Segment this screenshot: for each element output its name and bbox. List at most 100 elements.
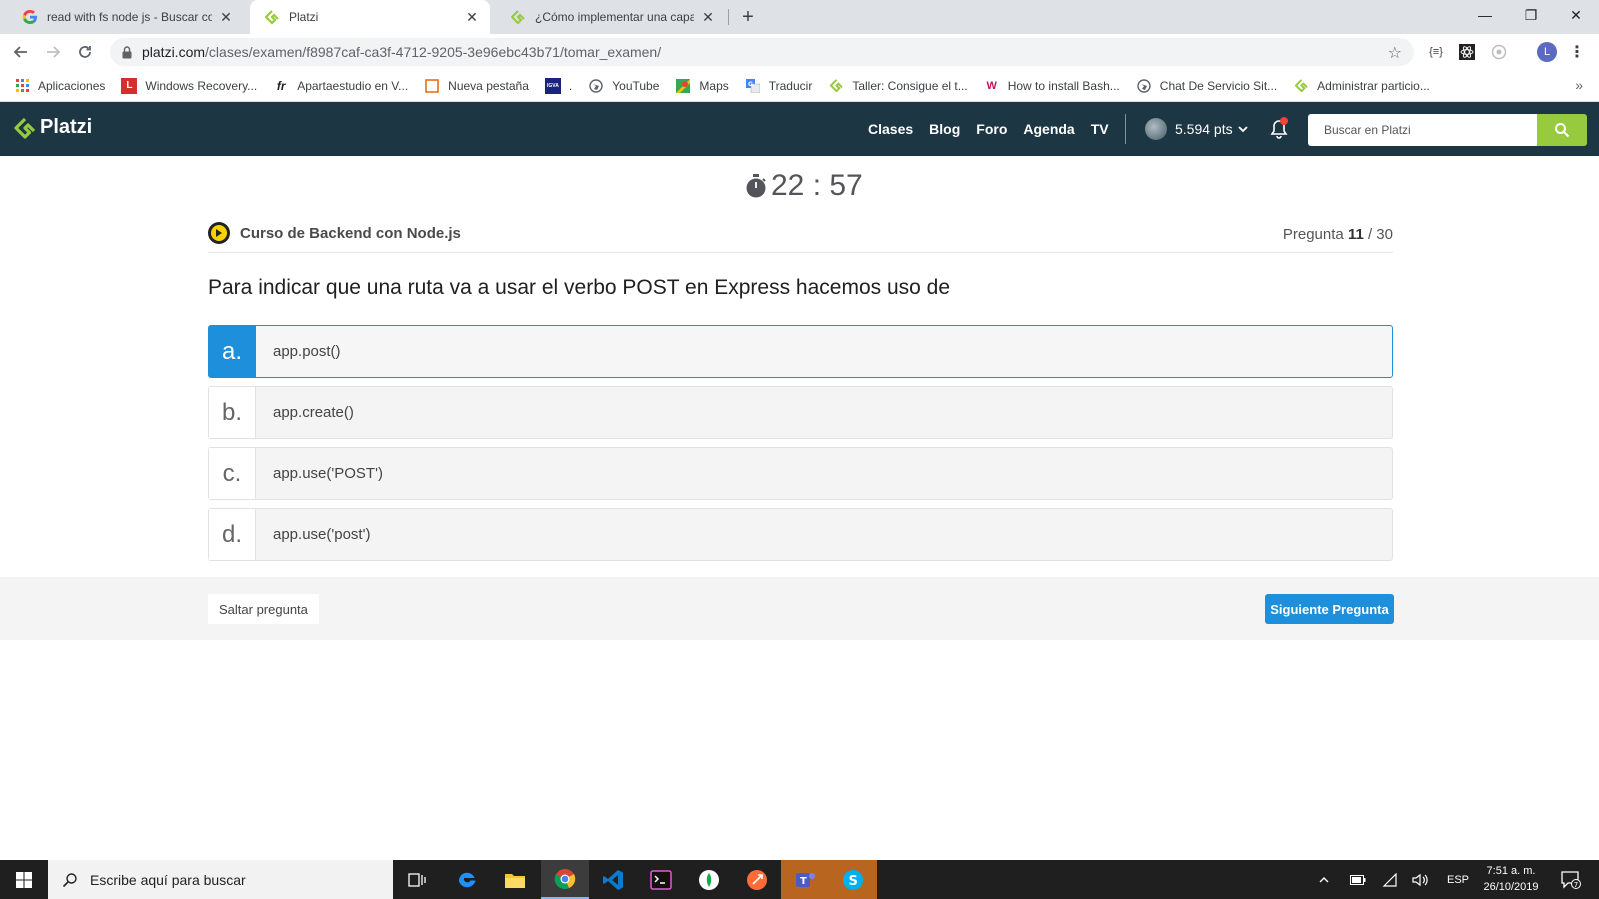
nav-clases[interactable]: Clases [868,121,913,137]
taskbar-search-placeholder: Escribe aquí para buscar [90,871,246,888]
globe-icon [588,78,604,94]
user-avatar [1145,118,1167,140]
nav-agenda[interactable]: Agenda [1023,121,1074,137]
task-view-icon[interactable] [393,860,441,899]
question-total: / 30 [1367,226,1393,243]
chrome-icon[interactable] [541,860,589,899]
svg-text:S: S [849,874,858,889]
tab-capa-servicios[interactable]: ¿Cómo implementar una capa de servicios … [496,0,726,34]
option-letter: a. [209,326,256,377]
bookmark-label: Nueva pestaña [448,78,529,93]
platzi-logo-text: Platzi [40,116,93,138]
terminal-icon[interactable] [637,860,685,899]
bookmark-youtube[interactable]: YouTube [588,78,659,94]
bookmark-chat[interactable]: Chat De Servicio Sit... [1136,78,1277,94]
question-current: 11 [1347,226,1364,243]
close-window-button[interactable]: ✕ [1553,0,1599,30]
extension-react-icon[interactable] [1457,42,1477,62]
teams-icon[interactable]: T [781,860,829,899]
skip-question-button[interactable]: Saltar pregunta [208,594,319,624]
question-counter: Pregunta 11 / 30 [1283,226,1393,243]
search-icon [62,872,77,887]
bookmark-igva[interactable]: IGVA . [544,77,572,94]
bookmark-particiones[interactable]: Administrar particio... [1293,78,1430,94]
maps-icon [675,78,691,94]
bookmark-taller[interactable]: Taller: Consigue el t... [828,78,968,94]
bookmark-nueva-pestana[interactable]: Nueva pestaña [424,78,529,94]
bookmark-star-icon[interactable]: ☆ [1388,43,1402,63]
option-text: app.create() [273,404,354,421]
forward-arrow-icon[interactable] [40,39,66,65]
bookmark-label: YouTube [612,78,660,93]
mongodb-compass-icon[interactable] [685,860,733,899]
action-center-icon[interactable]: 7 [1561,860,1581,899]
close-icon[interactable]: ✕ [218,9,234,25]
nav-blog[interactable]: Blog [929,121,960,137]
vscode-icon[interactable] [589,860,637,899]
bookmark-traducir[interactable]: G Traducir [745,78,813,94]
battery-icon[interactable] [1350,860,1366,899]
lock-icon [122,45,132,59]
bookmarks-overflow-icon[interactable]: » [1575,77,1583,93]
file-explorer-icon[interactable] [491,860,539,899]
menu-kebab-icon[interactable]: ⋮ [1567,42,1587,62]
taskbar-clock[interactable]: 7:51 a. m. 26/10/2019 [1476,863,1546,895]
divider [208,252,1393,253]
bookmark-label: Traducir [768,78,813,93]
restore-button[interactable]: ❐ [1508,0,1554,30]
tray-chevron-up-icon[interactable] [1318,860,1330,899]
svg-text:G: G [748,81,753,88]
next-question-button[interactable]: Siguiente Pregunta [1265,594,1394,624]
platzi-logo[interactable]: Platzi [14,116,92,139]
skype-icon[interactable]: S [829,860,877,899]
extension-circle-icon[interactable] [1489,42,1509,62]
answer-option-b[interactable]: b. app.create() [208,386,1393,439]
bookmark-label: Apartaestudio en V... [297,78,409,93]
bookmark-label: Administrar particio... [1317,78,1430,93]
notifications-bell-icon[interactable] [1270,117,1288,144]
header-divider [1125,114,1126,144]
platzi-search-input[interactable] [1308,114,1537,146]
address-bar[interactable]: platzi.com/clases/examen/f8987caf-ca3f-4… [110,38,1414,66]
option-text: app.use('post') [273,526,371,543]
back-arrow-icon[interactable] [8,39,34,65]
nav-foro[interactable]: Foro [976,121,1007,137]
bookmark-maps[interactable]: Maps [675,78,729,94]
profile-avatar[interactable]: L [1537,42,1557,62]
bookmark-apartaestudio[interactable]: fr Apartaestudio en V... [273,78,408,94]
close-icon[interactable]: ✕ [700,9,716,25]
bookmark-label: Taller: Consigue el t... [852,78,968,93]
windows-start-icon[interactable] [0,860,48,899]
search-button[interactable] [1537,114,1587,146]
tab-platzi[interactable]: Platzi ✕ [250,0,490,34]
extension-json-icon[interactable]: {≡} [1426,42,1446,62]
postman-icon[interactable] [733,860,781,899]
nav-tv[interactable]: TV [1091,121,1109,137]
edge-browser-icon[interactable] [443,860,491,899]
user-points-menu[interactable]: 5.594 pts [1145,118,1249,140]
bookmark-bash[interactable]: W How to install Bash... [984,78,1120,94]
answer-option-a[interactable]: a. app.post() [208,325,1393,378]
new-tab-button[interactable]: + [738,7,758,27]
bookmarks-bar: Aplicaciones L Windows Recovery... fr Ap… [0,70,1599,102]
tab-google-search[interactable]: read with fs node js - Buscar con Google… [8,0,244,34]
minimize-button[interactable]: — [1462,0,1508,30]
taskbar-search-box[interactable]: Escribe aquí para buscar [48,860,393,899]
option-letter: d. [209,509,256,560]
clock-time: 7:51 a. m. [1486,865,1536,877]
close-icon[interactable]: ✕ [464,9,480,25]
bookmark-apps[interactable]: Aplicaciones [14,78,105,94]
bookmark-windows-recovery[interactable]: L Windows Recovery... [121,77,257,94]
platzi-icon [510,9,526,25]
tab-title: Platzi [289,10,319,24]
browser-toolbar: platzi.com/clases/examen/f8987caf-ca3f-4… [0,34,1599,70]
notification-dot [1280,117,1288,125]
notification-count: 7 [1574,881,1578,889]
answer-option-d[interactable]: d. app.use('post') [208,508,1393,561]
answer-option-c[interactable]: c. app.use('POST') [208,447,1393,500]
wifi-icon[interactable] [1382,860,1398,899]
volume-icon[interactable] [1412,860,1428,899]
language-indicator[interactable]: ESP [1447,860,1469,899]
l-logo-icon: L [121,77,138,94]
reload-icon[interactable] [72,39,98,65]
